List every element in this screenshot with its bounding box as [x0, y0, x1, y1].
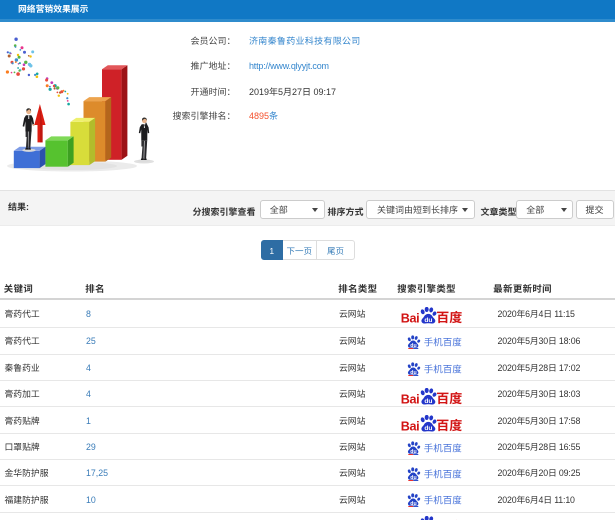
svg-text:du: du [424, 398, 432, 405]
svg-text:手机百度: 手机百度 [424, 467, 462, 480]
svg-text:百度: 百度 [436, 308, 462, 325]
svg-text:du: du [424, 425, 432, 432]
svg-text:手机百度: 手机百度 [424, 362, 462, 375]
svg-text:Bai: Bai [401, 393, 419, 406]
svg-text:手机百度: 手机百度 [424, 493, 462, 506]
svg-text:百度: 百度 [436, 389, 462, 406]
svg-text:百度: 百度 [436, 415, 462, 432]
svg-text:手机百度: 手机百度 [424, 441, 462, 454]
svg-text:百度: 百度 [436, 516, 462, 520]
svg-text:Bai: Bai [401, 312, 419, 325]
svg-text:Bai: Bai [401, 419, 419, 432]
svg-text:du: du [424, 317, 432, 324]
svg-text:手机百度: 手机百度 [424, 335, 462, 348]
